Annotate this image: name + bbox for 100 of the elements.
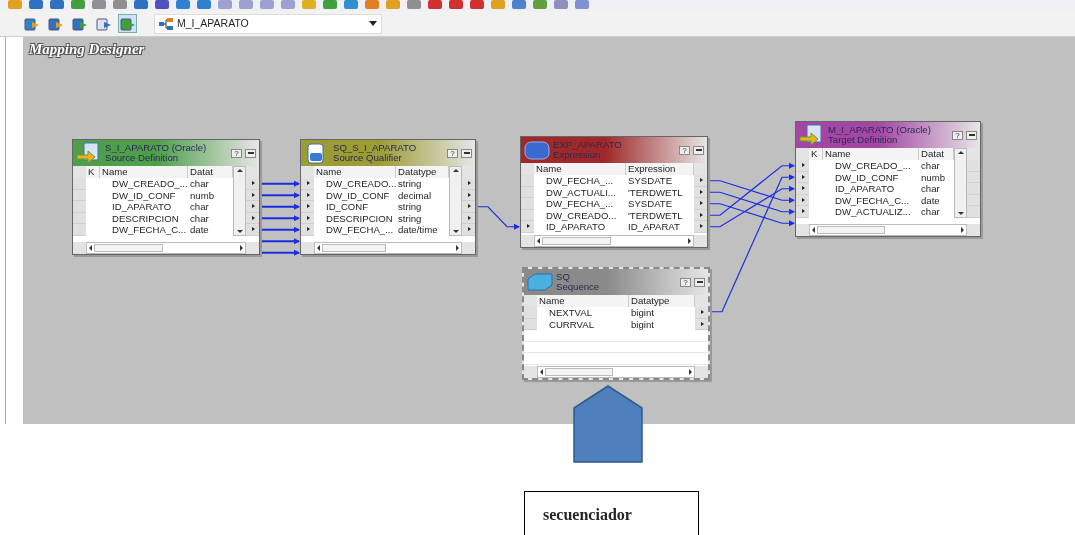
port-handle[interactable] bbox=[524, 307, 537, 319]
caret-icon bbox=[369, 21, 377, 26]
column-header[interactable]: Datat bbox=[188, 166, 233, 178]
port-handle[interactable] bbox=[246, 224, 259, 236]
minimize-button[interactable] bbox=[966, 130, 977, 140]
port-handle[interactable] bbox=[694, 175, 707, 187]
scrollbar[interactable] bbox=[534, 235, 694, 247]
callout-label: secuenciador bbox=[524, 491, 699, 535]
column-header[interactable]: Name bbox=[314, 166, 396, 178]
toolbar-icon[interactable] bbox=[155, 0, 169, 9]
toolbar-icon[interactable] bbox=[323, 0, 337, 9]
column-header[interactable]: Name bbox=[100, 166, 188, 178]
toolbar-icon[interactable] bbox=[449, 0, 463, 9]
port-handle[interactable] bbox=[73, 178, 86, 190]
port-handle[interactable] bbox=[967, 206, 980, 218]
toolbar-icon[interactable] bbox=[344, 0, 358, 9]
toolbar-icon[interactable] bbox=[554, 0, 568, 9]
toolbar-icon[interactable] bbox=[365, 0, 379, 9]
column-header[interactable]: Datat bbox=[919, 148, 954, 160]
port-name: ID_APARATO bbox=[100, 201, 188, 213]
transformation-box[interactable]: EXP_APARATO Expression ? Name Expression DW_FECHA_... SYSDATE DW_ACTUALI... 'TERDWETL DW_FECHA_... SYSDATE DW_CREADO... 'TERDWETL ID_APARATO ID_APARAT bbox=[520, 136, 708, 248]
column-header[interactable]: Name bbox=[823, 148, 919, 160]
port-handle[interactable] bbox=[73, 201, 86, 213]
toolbar-icon[interactable] bbox=[575, 0, 589, 9]
toolbar-icon[interactable] bbox=[386, 0, 400, 9]
transformation-box[interactable]: SQ Sequence ? Name Datatype NEXTVAL bigint CURRVAL bigint bbox=[522, 267, 710, 380]
toolbar-icon[interactable] bbox=[92, 0, 106, 9]
toolbar-icon[interactable] bbox=[134, 0, 148, 9]
port-value: string bbox=[396, 178, 449, 190]
toolbar-icon[interactable] bbox=[113, 0, 127, 9]
port-value: char bbox=[188, 178, 233, 190]
port-handle[interactable] bbox=[796, 183, 809, 195]
help-button[interactable]: ? bbox=[231, 148, 242, 158]
port-handle[interactable] bbox=[301, 224, 314, 236]
scrollbar[interactable] bbox=[954, 148, 967, 218]
minimize-button[interactable] bbox=[461, 148, 472, 158]
toolbar-icon[interactable] bbox=[8, 0, 22, 9]
port-handle[interactable] bbox=[301, 201, 314, 213]
column-header[interactable]: K bbox=[86, 166, 100, 178]
port-handle[interactable] bbox=[796, 160, 809, 172]
toolbar-icon[interactable] bbox=[491, 0, 505, 9]
toolbar-icon[interactable] bbox=[239, 0, 253, 9]
port-value: date/time bbox=[396, 224, 449, 236]
scrollbar[interactable] bbox=[314, 242, 462, 254]
scrollbar[interactable] bbox=[233, 166, 246, 236]
toolbar-icon[interactable] bbox=[302, 0, 316, 9]
help-button[interactable]: ? bbox=[447, 148, 458, 158]
mapping-icon bbox=[159, 17, 173, 30]
help-button[interactable]: ? bbox=[952, 130, 963, 140]
toolbar-icon[interactable] bbox=[260, 0, 274, 9]
minimize-button[interactable] bbox=[693, 145, 704, 155]
port-value: char bbox=[919, 206, 954, 218]
port-handle[interactable] bbox=[695, 307, 708, 319]
toolbar-icon[interactable] bbox=[512, 0, 526, 9]
minimize-button[interactable] bbox=[245, 148, 256, 158]
column-header[interactable]: Name bbox=[537, 295, 629, 307]
toolbar-icon[interactable] bbox=[218, 0, 232, 9]
transformation-box[interactable]: S_I_APARATO (Oracle) Source Definition ? K Name Datat DW_CREADO_... char DW_ID_CONF numb ID_APARATO char DESCRIPCION char DW_FECHA_C... date bbox=[72, 139, 260, 255]
toolbar-icon[interactable] bbox=[71, 0, 85, 9]
toolbar-icon[interactable] bbox=[176, 0, 190, 9]
column-header[interactable]: Expression bbox=[626, 163, 694, 175]
port-value: char bbox=[919, 160, 954, 172]
port-handle[interactable] bbox=[967, 160, 980, 172]
scrollbar[interactable] bbox=[537, 366, 695, 378]
transformation-box[interactable]: M_I_APARATO (Oracle) Target Definition ? K Name Datat DW_CREADO_... char DW_ID_CONF numb ID_APARATO char DW_FECHA_C... date DW_ACTUALIZ... char bbox=[795, 121, 981, 237]
port-handle[interactable] bbox=[73, 224, 86, 236]
help-button[interactable]: ? bbox=[680, 277, 691, 287]
toolbar-icon[interactable] bbox=[428, 0, 442, 9]
toolbar-icon[interactable] bbox=[407, 0, 421, 9]
port-name: ID_APARATO bbox=[534, 221, 626, 233]
toolbar-icon[interactable] bbox=[470, 0, 484, 9]
column-header[interactable]: Datatype bbox=[629, 295, 695, 307]
toolbar-icon[interactable] bbox=[29, 0, 43, 9]
port-handle[interactable] bbox=[246, 201, 259, 213]
port-handle[interactable] bbox=[521, 175, 534, 187]
toolbar-icon[interactable] bbox=[50, 0, 64, 9]
column-header[interactable]: K bbox=[809, 148, 823, 160]
port-handle[interactable] bbox=[462, 178, 475, 190]
mapping-dropdown[interactable]: M_I_APARATO bbox=[154, 13, 382, 34]
table-arrow-icon[interactable] bbox=[71, 15, 88, 32]
port-handle[interactable] bbox=[521, 221, 534, 233]
port-handle[interactable] bbox=[521, 198, 534, 210]
port-handle[interactable] bbox=[301, 178, 314, 190]
port-handle[interactable] bbox=[694, 198, 707, 210]
column-header[interactable]: Datatype bbox=[396, 166, 449, 178]
port-handle[interactable] bbox=[694, 221, 707, 233]
port-handle[interactable] bbox=[462, 201, 475, 213]
toolbar-icon[interactable] bbox=[533, 0, 547, 9]
column-header[interactable]: Name bbox=[534, 163, 626, 175]
port-handle[interactable] bbox=[462, 224, 475, 236]
toolbar-icon[interactable] bbox=[281, 0, 295, 9]
port-handle[interactable] bbox=[967, 183, 980, 195]
minimize-button[interactable] bbox=[694, 277, 705, 287]
scrollbar[interactable] bbox=[449, 166, 462, 236]
scrollbar[interactable] bbox=[86, 242, 246, 254]
help-button[interactable]: ? bbox=[679, 145, 690, 155]
port-handle[interactable] bbox=[796, 206, 809, 218]
toolbar-icon[interactable] bbox=[197, 0, 211, 9]
scrollbar[interactable] bbox=[809, 224, 967, 236]
port-handle[interactable] bbox=[246, 178, 259, 190]
